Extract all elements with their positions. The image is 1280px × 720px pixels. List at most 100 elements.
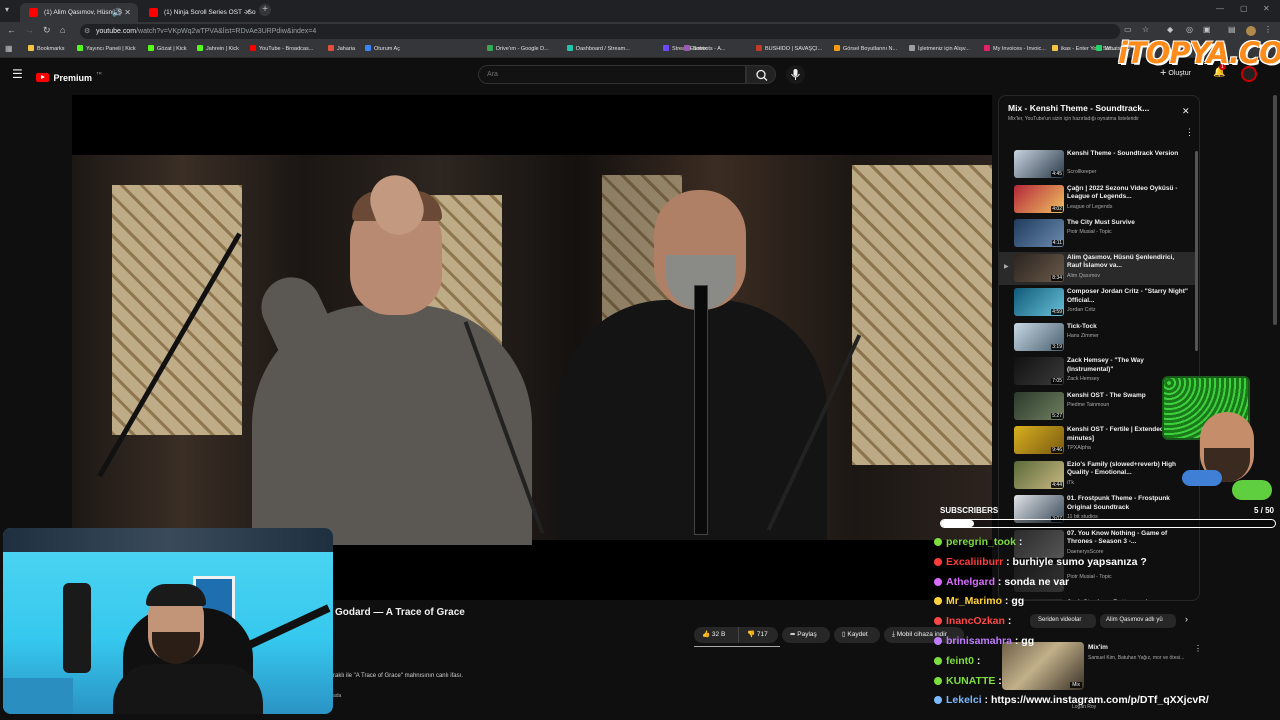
bookmark-label: Dashboard / Stream... — [576, 46, 630, 52]
bookmark-item[interactable]: My Invoices - Invoic... — [984, 45, 1046, 52]
dislike-button[interactable]: 👎 717 — [738, 627, 778, 643]
playlist-item[interactable]: 4:02 Çağrı | 2022 Sezonu Video Öyküsü - L… — [999, 183, 1195, 216]
video-player[interactable] — [72, 95, 992, 600]
microphone-icon — [791, 69, 800, 80]
bookmark-item[interactable]: Görsel Boyutlarını N... — [834, 45, 897, 52]
playlist-item[interactable]: 3:19 Tick-Tock Hans Zimmer — [999, 321, 1195, 354]
playlist-scrollbar[interactable] — [1195, 151, 1198, 351]
playlist-menu-icon[interactable]: ⋮ — [1185, 127, 1194, 138]
sidepanel-icon[interactable]: ▤ — [1228, 25, 1236, 34]
streamer-hair — [146, 584, 206, 606]
bookmark-item[interactable]: Drive'ım - Google D... — [487, 45, 549, 52]
save-button[interactable]: ▯ Kaydet — [834, 627, 880, 643]
chips-next-icon[interactable]: › — [1185, 614, 1188, 624]
bookmark-item[interactable]: Botrix — [684, 45, 707, 52]
bookmark-item[interactable]: BUSHIDO | SAVAŞÇI... — [756, 45, 822, 52]
profile-avatar[interactable] — [1246, 26, 1256, 36]
avatar-hand — [1182, 470, 1222, 486]
playlist-thumbnail[interactable]: 9:46 — [1014, 426, 1064, 454]
speaker-icon[interactable]: 🔊 — [112, 3, 122, 22]
back-icon[interactable]: ← — [7, 25, 16, 35]
youtube-logo[interactable]: Premium TR — [36, 68, 102, 86]
search-button[interactable] — [746, 65, 776, 84]
bookmark-item[interactable]: Yayıncı Paneli | Kick — [77, 45, 136, 52]
close-tab-icon[interactable]: ✕ — [124, 3, 131, 22]
mix-menu-icon[interactable]: ⋮ — [1194, 644, 1202, 653]
extension-icon[interactable]: ◆ — [1167, 25, 1173, 34]
reload-icon[interactable]: ↻ — [43, 25, 51, 36]
playlist-thumbnail[interactable]: 8:34 — [1014, 253, 1064, 282]
description-more[interactable]: ada — [333, 693, 341, 699]
playlist-item[interactable]: 4:45 Kenshi Theme - Soundtrack Version Scr… — [999, 148, 1195, 181]
chat-badge-icon — [934, 597, 942, 606]
playlist-item-channel: Alim Qasımov — [1067, 272, 1100, 279]
playlist-item[interactable]: 4:11 The City Must Survive Piotr Musiał - … — [999, 217, 1195, 250]
hamburger-menu-icon[interactable]: ☰ — [12, 67, 23, 81]
search-input[interactable]: Ara — [478, 65, 746, 84]
close-tab-icon[interactable]: ✕ — [244, 3, 251, 22]
close-playlist-icon[interactable]: ✕ — [1182, 106, 1190, 117]
playlist-item[interactable]: ▶ 8:34 Alim Qasımov, Hüsnü Şenlendirici, R… — [999, 251, 1195, 285]
minimize-icon[interactable]: — — [1216, 4, 1224, 13]
extensions-puzzle-icon[interactable]: ▣ — [1203, 25, 1211, 34]
share-button[interactable]: ➦ Paylaş — [782, 627, 830, 643]
chat-message: Mr_Marimo : gg — [934, 595, 1024, 607]
playlist-item[interactable]: Jack Stauber - Buttercup | — [999, 597, 1195, 600]
maximize-icon[interactable]: ▢ — [1240, 4, 1248, 13]
bookmark-item[interactable]: Gözat | Kick — [148, 45, 187, 52]
mix-thumbnail[interactable]: Mix — [1002, 642, 1084, 690]
avatar-leaf — [1232, 480, 1272, 500]
chip-channel[interactable]: Alim Qasımov adlı yü — [1100, 614, 1176, 628]
playlist-thumbnail[interactable]: 4:11 — [1014, 219, 1064, 247]
playlist-item-channel: Zack Hemsey — [1067, 376, 1100, 382]
playlist-thumbnail[interactable]: 5:27 — [1014, 391, 1064, 420]
playlist-thumbnail[interactable]: 4:45 — [1014, 150, 1064, 178]
bookmark-item[interactable]: İşletmeniz için Alışv... — [909, 45, 970, 52]
tab-title: (1) Ninja Scroll Series OST - So — [164, 9, 256, 16]
bookmark-item[interactable]: Jahrein | Kick — [197, 45, 239, 52]
home-icon[interactable]: ⌂ — [60, 25, 65, 35]
bookmark-favicon-icon — [487, 45, 493, 51]
bookmark-item[interactable]: Oturum Aç — [365, 45, 400, 52]
bookmark-star-icon[interactable]: ☆ — [1142, 25, 1149, 34]
playlist-item-title: Tick-Tock — [1067, 322, 1097, 330]
like-button[interactable]: 👍 32 B — [694, 627, 738, 643]
bookmark-item[interactable]: YouTube - Broadcas... — [250, 45, 313, 52]
close-window-icon[interactable]: ✕ — [1263, 4, 1270, 13]
playlist-title: Mix - Kenshi Theme - Soundtrack... — [1008, 103, 1150, 113]
new-tab-button[interactable]: + — [259, 4, 271, 16]
page-scrollbar[interactable] — [1273, 95, 1277, 325]
tab-inactive[interactable]: (1) Ninja Scroll Series OST - So ✕ — [140, 3, 258, 22]
chip-series-videos[interactable]: Seriden videolar — [1030, 614, 1096, 628]
playlist-thumbnail[interactable]: 4:44 — [1014, 460, 1064, 489]
extension-icon[interactable]: ◎ — [1186, 25, 1193, 34]
voice-search-button[interactable] — [786, 65, 805, 84]
bookmark-favicon-icon — [328, 45, 334, 51]
playlist-item[interactable]: 4:59 Composer Jordan Critz - "Starry Nigh… — [999, 286, 1195, 319]
search-placeholder: Ara — [487, 71, 498, 78]
site-info-icon[interactable]: ⚙ — [84, 24, 90, 39]
playlist-item[interactable]: 4:44 Ezio's Family (slowed+reverb) High Q… — [999, 459, 1195, 492]
cast-icon[interactable]: ▭ — [1124, 25, 1132, 34]
playlist-thumbnail[interactable]: 4:59 — [1014, 288, 1064, 316]
bookmark-favicon-icon — [250, 45, 256, 51]
menu-dots-icon[interactable]: ⋮ — [1264, 25, 1272, 34]
playlist-item-title: Composer Jordan Critz - "Starry Night" O… — [1067, 288, 1189, 304]
url-bar[interactable]: ⚙ youtube.com/watch?v=VKpWq2wTPVA&list=RD… — [80, 24, 1120, 39]
premium-label: Premium — [53, 73, 92, 83]
bookmark-item[interactable]: Jaharia — [328, 45, 355, 52]
bookmark-item[interactable]: Dashboard / Stream... — [567, 45, 630, 52]
forward-icon[interactable]: → — [25, 25, 34, 35]
playlist-thumbnail[interactable]: 7:05 — [1014, 357, 1064, 385]
tab-search-icon[interactable]: ▾ — [5, 5, 9, 14]
mix-title[interactable]: Mix'im — [1088, 644, 1108, 651]
chat-username: Lekelci — [946, 694, 982, 707]
background-window — [852, 165, 992, 465]
search-icon — [756, 69, 768, 81]
apps-grid-icon[interactable]: ▦ — [5, 44, 13, 53]
save-icon: ▯ — [842, 631, 846, 638]
bookmark-item[interactable]: Bookmarks — [28, 45, 65, 52]
playlist-thumbnail[interactable]: 4:02 — [1014, 184, 1064, 213]
playlist-thumbnail[interactable]: 3:19 — [1014, 322, 1064, 351]
tab-active[interactable]: (1) Alim Qasımov, Hüsnü Ş 🔊 ✕ — [20, 3, 138, 22]
